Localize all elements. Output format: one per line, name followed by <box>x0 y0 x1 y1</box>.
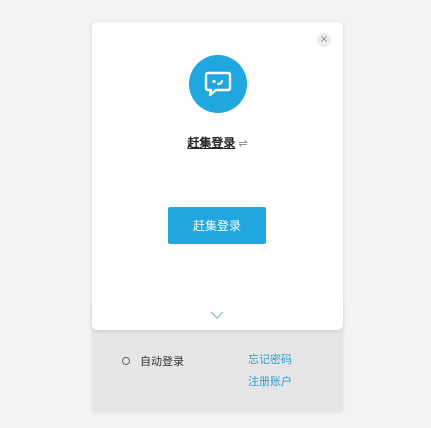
auto-login-label: 自动登录 <box>140 355 184 368</box>
login-button[interactable]: 赶集登录 <box>168 207 266 244</box>
forgot-password-link[interactable]: 忘记密码 <box>248 353 292 366</box>
register-link[interactable]: 注册账户 <box>248 375 292 388</box>
login-title: 赶集登录 <box>187 136 236 150</box>
close-button[interactable]: × <box>317 33 331 47</box>
auto-login-radio[interactable] <box>122 357 130 365</box>
chat-bubble-icon <box>189 55 247 113</box>
login-dialog-stage: 自动登录 忘记密码 注册账户 × 赶集登录 ⇌ 赶集登录 <box>0 0 431 428</box>
login-title-row: 赶集登录 ⇌ <box>92 134 343 151</box>
login-card: × 赶集登录 ⇌ 赶集登录 <box>92 22 343 330</box>
switch-mode-icon[interactable]: ⇌ <box>238 137 247 150</box>
chevron-down-icon[interactable] <box>209 306 225 319</box>
auto-login-checkbox[interactable]: 自动登录 <box>122 353 184 369</box>
account-links: 忘记密码 注册账户 <box>248 353 292 388</box>
